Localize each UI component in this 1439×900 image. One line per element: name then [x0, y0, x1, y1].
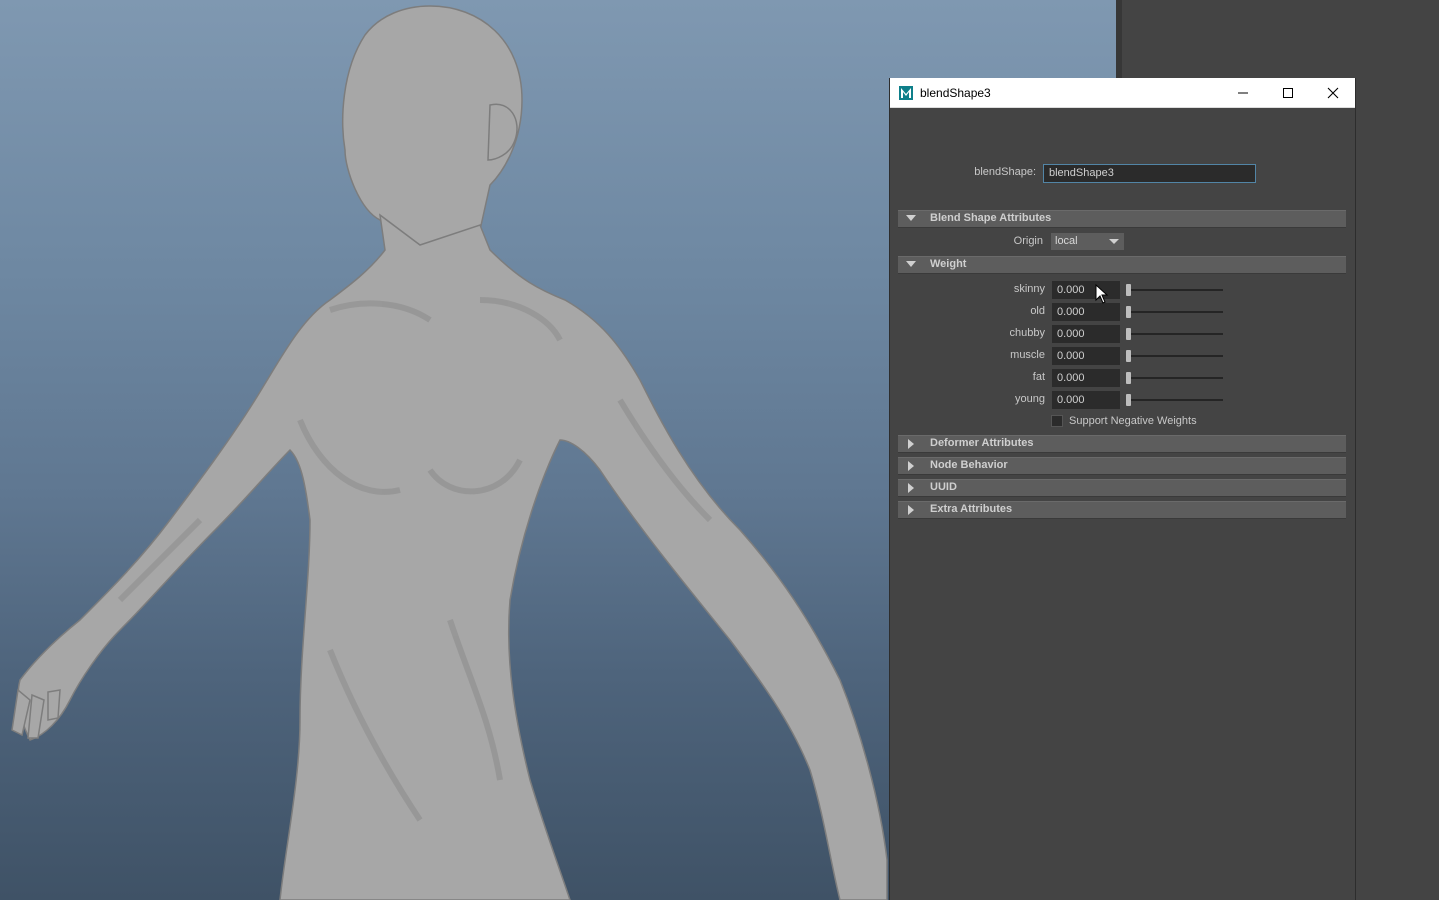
weight-slider-handle[interactable]: [1126, 350, 1131, 362]
weight-row-old: old 0.000: [890, 303, 1355, 321]
section-node-behavior[interactable]: Node Behavior: [898, 457, 1346, 475]
weight-slider-track[interactable]: [1128, 355, 1223, 357]
section-weight[interactable]: Weight: [898, 256, 1346, 274]
expand-arrow-icon: [908, 483, 914, 493]
weight-slider-track[interactable]: [1128, 377, 1223, 379]
weight-label: muscle: [1010, 349, 1045, 361]
weight-field[interactable]: 0.000: [1052, 303, 1120, 321]
section-label: UUID: [930, 481, 957, 493]
weight-label: skinny: [1013, 283, 1045, 295]
weight-label: fat: [1032, 371, 1045, 383]
support-negative-weights-checkbox[interactable]: [1051, 415, 1063, 427]
weight-field[interactable]: 0.000: [1052, 325, 1120, 343]
weight-label: chubby: [1009, 327, 1045, 339]
weight-slider-handle[interactable]: [1126, 394, 1131, 406]
blendshape-dialog: blendShape3 blendShape: blendShape3 Blen…: [889, 78, 1356, 900]
weight-slider-track[interactable]: [1128, 333, 1223, 335]
weight-label: old: [1030, 305, 1045, 317]
close-icon: [1327, 87, 1338, 98]
section-label: Weight: [930, 258, 967, 270]
blendshape-name-input[interactable]: blendShape3: [1043, 164, 1256, 183]
origin-dropdown[interactable]: local: [1051, 233, 1124, 250]
expand-arrow-icon: [908, 439, 914, 449]
chevron-down-icon: [1109, 239, 1119, 244]
weight-row-young: young 0.000: [890, 391, 1355, 409]
weight-slider-track[interactable]: [1128, 399, 1223, 401]
section-deformer-attributes[interactable]: Deformer Attributes: [898, 435, 1346, 453]
collapse-arrow-icon: [906, 215, 916, 221]
maximize-icon: [1282, 87, 1293, 98]
section-label: Blend Shape Attributes: [930, 212, 1052, 224]
section-label: Deformer Attributes: [930, 437, 1034, 449]
origin-label: Origin: [1013, 235, 1043, 247]
minimize-button[interactable]: [1220, 78, 1265, 107]
section-label: Extra Attributes: [930, 503, 1013, 515]
weight-field[interactable]: 0.000: [1052, 281, 1120, 299]
origin-value: local: [1055, 235, 1078, 247]
dialog-body: blendShape: blendShape3 Blend Shape Attr…: [890, 108, 1355, 900]
maya-icon: [898, 85, 914, 101]
maximize-button[interactable]: [1265, 78, 1310, 107]
minimize-icon: [1237, 92, 1248, 93]
weight-slider-handle[interactable]: [1126, 284, 1131, 296]
blendshape-name-label: blendShape:: [974, 166, 1036, 178]
support-negative-weights-label: Support Negative Weights: [1069, 415, 1197, 427]
titlebar[interactable]: blendShape3: [890, 78, 1355, 108]
weight-row-fat: fat 0.000: [890, 369, 1355, 387]
weight-field[interactable]: 0.000: [1052, 369, 1120, 387]
section-extra-attributes[interactable]: Extra Attributes: [898, 501, 1346, 519]
section-blend-shape-attributes[interactable]: Blend Shape Attributes: [898, 210, 1346, 228]
expand-arrow-icon: [908, 461, 914, 471]
weight-slider-handle[interactable]: [1126, 372, 1131, 384]
section-label: Node Behavior: [930, 459, 1008, 471]
weight-row-muscle: muscle 0.000: [890, 347, 1355, 365]
mouse-pointer-icon: [1095, 284, 1109, 304]
weight-field[interactable]: 0.000: [1052, 391, 1120, 409]
weight-label: young: [1015, 393, 1045, 405]
weight-slider-handle[interactable]: [1126, 328, 1131, 340]
weight-slider-track[interactable]: [1128, 311, 1223, 313]
weight-field[interactable]: 0.000: [1052, 347, 1120, 365]
weight-slider-track[interactable]: [1128, 289, 1223, 291]
weight-slider-handle[interactable]: [1126, 306, 1131, 318]
section-uuid[interactable]: UUID: [898, 479, 1346, 497]
weight-row-skinny: skinny 0.000: [890, 281, 1355, 299]
collapse-arrow-icon: [906, 261, 916, 267]
window-title: blendShape3: [920, 85, 991, 100]
expand-arrow-icon: [908, 505, 914, 515]
weight-row-chubby: chubby 0.000: [890, 325, 1355, 343]
close-button[interactable]: [1310, 78, 1355, 107]
